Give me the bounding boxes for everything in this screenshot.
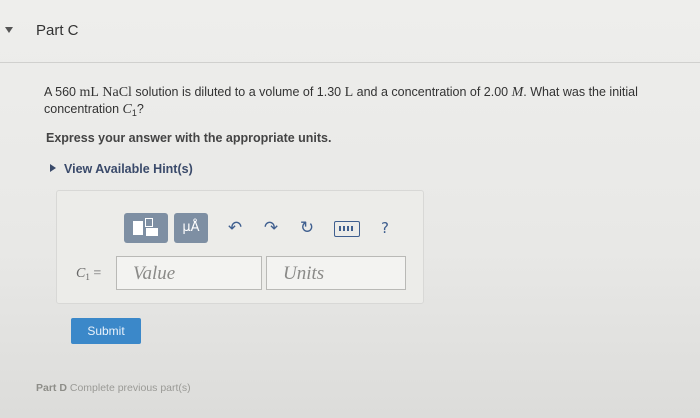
templates-icon-part bbox=[145, 218, 153, 227]
next-part-message: Complete previous part(s) bbox=[69, 382, 191, 394]
unit-ml: mL bbox=[79, 85, 99, 100]
question-text: A 560 mL NaCl solution is diluted to a v… bbox=[44, 84, 674, 122]
next-part-label: Part D bbox=[36, 382, 67, 394]
submit-button[interactable]: Submit bbox=[71, 318, 141, 344]
equals-sign: = bbox=[89, 266, 102, 281]
help-button[interactable]: ? bbox=[374, 217, 396, 239]
undo-icon[interactable]: ↶ bbox=[224, 217, 246, 239]
templates-icon-part bbox=[146, 228, 158, 236]
keyboard-icon[interactable] bbox=[334, 221, 360, 237]
question-segment: A 560 bbox=[44, 85, 80, 99]
redo-icon[interactable]: ↷ bbox=[260, 217, 282, 239]
view-hints-link[interactable]: View Available Hint(s) bbox=[50, 162, 193, 176]
next-part-status: Part D Complete previous part(s) bbox=[36, 382, 191, 394]
question-segment: ? bbox=[136, 102, 144, 116]
view-hints-label: View Available Hint(s) bbox=[64, 162, 193, 176]
value-input[interactable]: Value bbox=[116, 256, 262, 290]
units-input[interactable]: Units bbox=[266, 256, 406, 290]
templates-icon bbox=[133, 221, 143, 235]
formula-nacl: NaCl bbox=[102, 85, 132, 100]
divider bbox=[0, 62, 700, 63]
instruction-text: Express your answer with the appropriate… bbox=[46, 131, 332, 145]
caret-down-icon[interactable] bbox=[5, 27, 13, 33]
question-segment: and a concentration of 2.00 bbox=[353, 85, 512, 99]
variable-c: C bbox=[122, 102, 132, 117]
units-button[interactable]: μÅ bbox=[174, 213, 208, 243]
unit-l: L bbox=[344, 85, 354, 100]
unit-m: M bbox=[511, 85, 524, 100]
page: Part C A 560 mL NaCl solution is diluted… bbox=[0, 0, 700, 418]
part-header[interactable]: Part C bbox=[0, 18, 700, 58]
answer-variable: C bbox=[76, 266, 86, 281]
caret-right-icon bbox=[50, 164, 56, 172]
templates-button[interactable] bbox=[124, 213, 168, 243]
answer-variable-label: C1 = bbox=[76, 266, 101, 282]
part-title: Part C bbox=[36, 22, 79, 39]
reset-icon[interactable]: ↻ bbox=[296, 217, 318, 239]
question-segment: solution is diluted to a volume of 1.30 bbox=[131, 85, 345, 99]
